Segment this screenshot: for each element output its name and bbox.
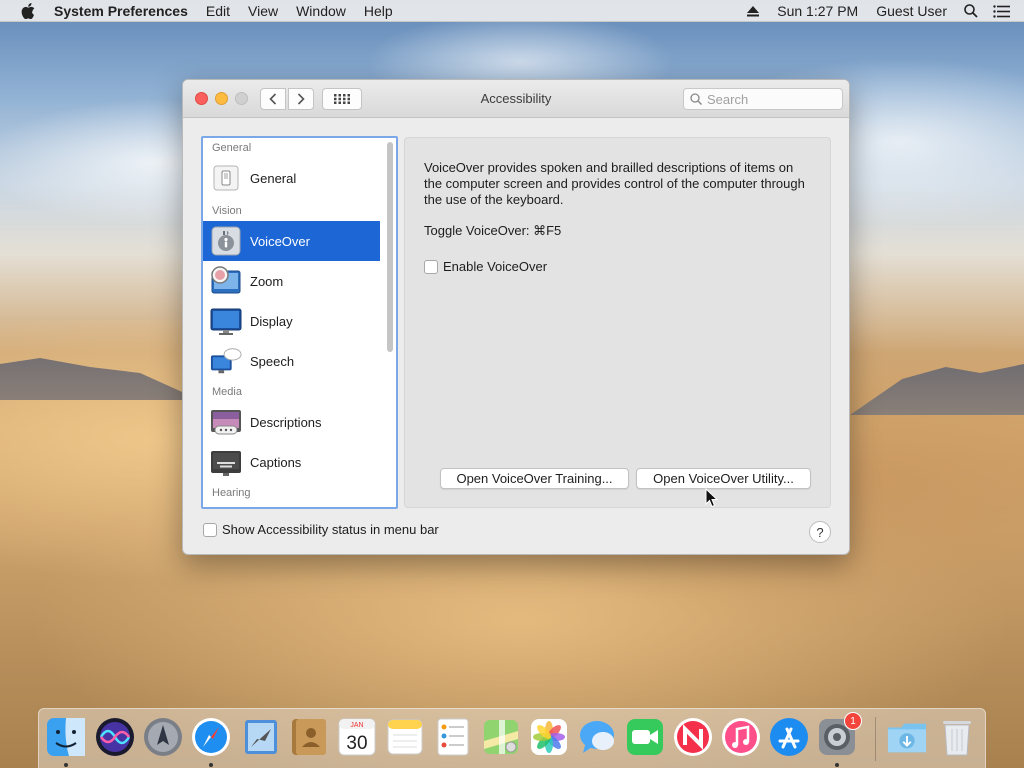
accessibility-window: Accessibility General General Vision Voi…: [182, 79, 850, 555]
sidebar-item-label: General: [250, 170, 297, 186]
calendar-month: JAN: [350, 722, 363, 729]
toggle-voiceover-shortcut: Toggle VoiceOver: ⌘F5: [424, 223, 562, 238]
general-icon: [210, 162, 242, 194]
sidebar-item-label: Captions: [250, 454, 302, 470]
enable-voiceover-checkbox[interactable]: [424, 259, 438, 274]
show-status-row[interactable]: Show Accessibility status in menu bar: [203, 522, 439, 537]
siri-dock-icon[interactable]: [95, 717, 135, 757]
show-status-checkbox[interactable]: [203, 522, 217, 537]
system-preferences-dock-icon[interactable]: 1: [817, 712, 862, 757]
notification-badge: 1: [844, 712, 862, 730]
menu-window[interactable]: Window: [287, 3, 355, 19]
sidebar-item-label: Display: [250, 313, 293, 329]
title-bar: Accessibility: [183, 80, 849, 118]
search-icon: [690, 93, 702, 105]
menu-edit[interactable]: Edit: [197, 3, 239, 19]
zoom-icon: [210, 265, 242, 297]
open-voiceover-utility-button[interactable]: Open VoiceOver Utility...: [636, 468, 811, 489]
open-voiceover-training-button[interactable]: Open VoiceOver Training...: [440, 468, 629, 489]
menubar-user[interactable]: Guest User: [867, 3, 956, 19]
notification-center-icon[interactable]: [986, 0, 1016, 22]
calendar-dock-icon[interactable]: JAN 30: [337, 717, 377, 757]
dock-separator: [875, 717, 876, 761]
enable-voiceover-row[interactable]: Enable VoiceOver: [424, 259, 547, 274]
launchpad-dock-icon[interactable]: [143, 717, 183, 757]
sidebar-item-speech[interactable]: Speech: [203, 341, 380, 381]
photos-dock-icon[interactable]: [529, 717, 569, 757]
sidebar-item-display[interactable]: Display: [203, 301, 380, 341]
enable-voiceover-label: Enable VoiceOver: [443, 259, 548, 274]
preferences-sidebar[interactable]: General General Vision VoiceOver Zoom Di…: [201, 136, 398, 509]
contacts-dock-icon[interactable]: [289, 717, 329, 757]
dock: JAN 30 1: [38, 708, 986, 768]
search-input[interactable]: [707, 91, 827, 107]
finder-dock-icon[interactable]: [46, 717, 86, 757]
section-heading-general: General: [212, 142, 252, 154]
descriptions-icon: [210, 406, 242, 438]
sidebar-item-general[interactable]: General: [203, 158, 380, 198]
eject-icon[interactable]: [738, 0, 768, 22]
finder-running-indicator: [64, 763, 68, 767]
voiceover-description: VoiceOver provides spoken and brailled d…: [424, 160, 805, 207]
system-preferences-running-indicator: [835, 763, 839, 767]
section-heading-vision: Vision: [212, 205, 242, 217]
sidebar-item-voiceover[interactable]: VoiceOver: [203, 221, 380, 261]
sidebar-item-label: VoiceOver: [250, 233, 310, 249]
safari-running-indicator: [209, 763, 213, 767]
show-status-label: Show Accessibility status in menu bar: [222, 522, 439, 537]
menu-view[interactable]: View: [239, 3, 287, 19]
menu-help[interactable]: Help: [355, 3, 402, 19]
mail-dock-icon[interactable]: [241, 717, 281, 757]
sidebar-item-label: Speech: [250, 353, 295, 369]
search-field[interactable]: [683, 88, 843, 110]
sidebar-item-descriptions[interactable]: Descriptions: [203, 402, 380, 442]
menu-app-name[interactable]: System Preferences: [54, 3, 197, 19]
speech-icon: [210, 345, 242, 377]
mouse-cursor-icon: [705, 487, 719, 508]
itunes-dock-icon[interactable]: [721, 717, 761, 757]
voiceover-icon: [210, 225, 242, 257]
sidebar-item-label: Descriptions: [250, 414, 322, 430]
reminders-dock-icon[interactable]: [433, 717, 473, 757]
maps-dock-icon[interactable]: [481, 717, 521, 757]
safari-dock-icon[interactable]: [191, 717, 231, 757]
messages-dock-icon[interactable]: [577, 717, 617, 757]
news-dock-icon[interactable]: [673, 717, 713, 757]
notes-dock-icon[interactable]: [385, 717, 425, 757]
sidebar-item-zoom[interactable]: Zoom: [203, 261, 380, 301]
sidebar-item-label: Zoom: [250, 273, 284, 289]
help-button[interactable]: ?: [809, 521, 831, 543]
voiceover-pane: VoiceOver provides spoken and brailled d…: [404, 137, 831, 508]
spotlight-search-icon[interactable]: [956, 0, 986, 22]
facetime-dock-icon[interactable]: [625, 717, 665, 757]
captions-icon: [210, 446, 242, 478]
calendar-day: 30: [346, 733, 367, 754]
section-heading-media: Media: [212, 386, 242, 398]
display-icon: [210, 305, 242, 337]
downloads-folder-dock-icon[interactable]: [887, 717, 927, 757]
menubar-clock[interactable]: Sun 1:27 PM: [768, 3, 867, 19]
apple-menu-icon[interactable]: [20, 2, 36, 19]
menu-bar: System Preferences Edit View Window Help…: [0, 0, 1024, 22]
section-heading-hearing: Hearing: [212, 487, 251, 499]
trash-dock-icon[interactable]: [937, 717, 977, 757]
sidebar-item-captions[interactable]: Captions: [203, 442, 380, 482]
sidebar-scrollbar[interactable]: [387, 142, 393, 352]
app-store-dock-icon[interactable]: [769, 717, 809, 757]
